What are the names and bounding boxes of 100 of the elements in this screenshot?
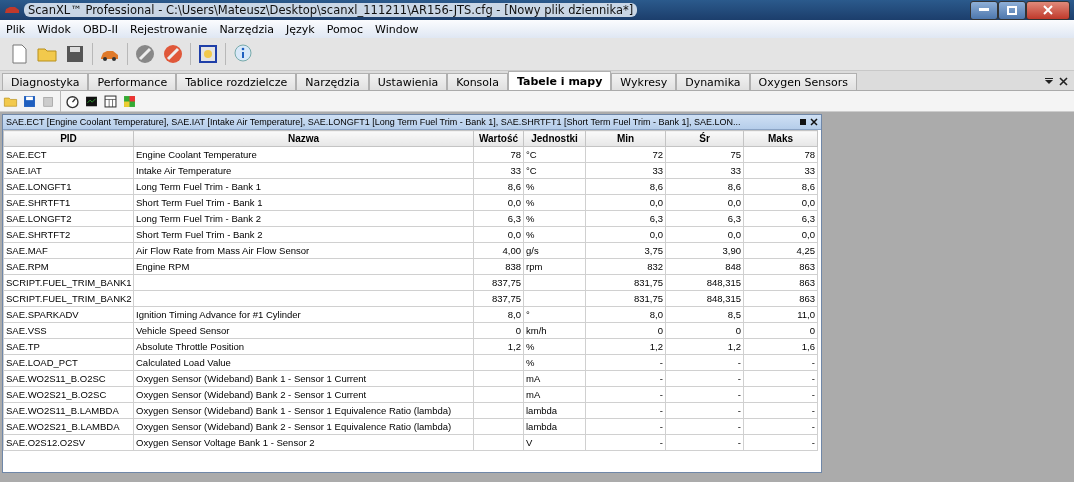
table-cell: SAE.RPM — [6, 261, 49, 272]
tab[interactable]: Diagnostyka — [2, 73, 89, 90]
tab[interactable]: Wykresy — [611, 73, 677, 90]
table-cell: 4,25 — [796, 245, 815, 256]
table-cell: mA — [526, 389, 541, 400]
table-cell: 0,0 — [649, 197, 663, 208]
column-header[interactable]: Min — [585, 130, 666, 147]
table-cell: 848,315 — [706, 277, 741, 288]
table-cell: 33 — [804, 165, 815, 176]
table-cell: rpm — [526, 261, 543, 272]
table-cell: 1,2 — [649, 341, 663, 352]
table-cell: 0,0 — [727, 197, 741, 208]
table-cell: - — [737, 437, 741, 448]
table-cell: - — [811, 389, 815, 400]
table-cell: 837,75 — [491, 293, 521, 304]
table-cell: 6,3 — [801, 213, 815, 224]
menu-item[interactable]: Pomoc — [320, 22, 370, 36]
tab[interactable]: Oxygen Sensors — [749, 73, 857, 90]
table-cell: - — [811, 405, 815, 416]
table-cell: SAE.ECT — [6, 149, 47, 160]
save-icon[interactable] — [64, 43, 86, 65]
maximize-button[interactable] — [998, 0, 1026, 20]
menu-item[interactable]: OBD-II — [76, 22, 125, 36]
table-cell: 0 — [515, 325, 521, 336]
table-cell: Oxygen Sensor (Wideband) Bank 1 - Sensor 1 Current — [136, 373, 367, 384]
table-cell: 33 — [730, 165, 741, 176]
table-cell: Engine Coolant Temperature — [136, 149, 257, 160]
table-cell: SCRIPT.FUEL_TRIM_BANK1 — [6, 277, 132, 288]
dropdown-icon[interactable] — [1045, 78, 1053, 84]
table-cell: 8,0 — [649, 309, 663, 320]
menu-item[interactable]: Window — [369, 22, 425, 36]
close-icon[interactable] — [810, 118, 818, 126]
table-cell: km/h — [526, 325, 547, 336]
table-cell: % — [526, 213, 535, 224]
tab[interactable]: Ustawienia — [368, 73, 448, 90]
table-cell: - — [737, 373, 741, 384]
table-cell: 848 — [725, 261, 741, 272]
column-header[interactable]: Maks — [743, 130, 818, 147]
table-cell: SAE.TP — [6, 341, 40, 352]
table-cell: 863 — [799, 293, 815, 304]
tab[interactable]: Dynamika — [676, 73, 750, 90]
table-cell: 4,00 — [502, 245, 521, 256]
column-header[interactable]: Nazwa — [133, 130, 474, 147]
tab[interactable]: Tablice rozdzielcze — [176, 73, 297, 90]
table-cell: Long Term Fuel Trim - Bank 1 — [136, 181, 261, 192]
maximize-icon — [1007, 5, 1017, 15]
car-icon — [4, 5, 20, 15]
table-cell: Short Term Fuel Trim - Bank 2 — [136, 229, 263, 240]
window-title: ScanXL™ Professional - C:\Users\Mateusz\Desktop\scanxl_111211\AR156-JTS.cfg - [Nowy plik dziennika*] — [24, 3, 638, 17]
table-cell: 0,0 — [801, 197, 815, 208]
table-cell: 0 — [735, 325, 741, 336]
table-cell: SAE.WO2S11_B.O2SC — [6, 373, 106, 384]
tab[interactable]: Tabele i mapy — [507, 71, 612, 90]
column-header[interactable]: PID — [3, 130, 134, 147]
table-cell: lambda — [526, 405, 558, 416]
table-cell: 8,6 — [649, 181, 663, 192]
table-cell: ° — [526, 309, 530, 320]
info-icon[interactable] — [232, 43, 254, 65]
tab[interactable]: Performance — [88, 73, 177, 90]
table-cell: % — [526, 357, 535, 368]
table-cell: Absolute Throttle Position — [136, 341, 245, 352]
table-cell: - — [659, 405, 663, 416]
table-cell: Calculated Load Value — [136, 357, 231, 368]
table-cell: Air Flow Rate from Mass Air Flow Sensor — [136, 245, 310, 256]
table-cell: 8,6 — [507, 181, 521, 192]
close-icon[interactable] — [1059, 76, 1068, 86]
column-header[interactable]: Jednostki — [523, 130, 586, 147]
column-header[interactable]: Śr — [665, 130, 744, 147]
table-window-title: SAE.ECT [Engine Coolant Temperature], SAE.IAT [Intake Air Temperature], SAE.LONGFT1 [Long Term Fuel Trim - Bank 1], SAE.SHRTFT1 [Short Term Fuel Trim - Bank 1], SAE.LON... — [6, 117, 741, 127]
column-header[interactable]: Wartość — [473, 130, 524, 147]
table-cell: 33 — [652, 165, 663, 176]
tab[interactable]: Narzędzia — [296, 73, 369, 90]
table-cell: 8,0 — [507, 309, 521, 320]
map-icon[interactable] — [122, 93, 137, 109]
table-cell: SAE.SPARKADV — [6, 309, 79, 320]
table-cell: 0,0 — [649, 229, 663, 240]
table-icon[interactable] — [103, 93, 118, 109]
menu-item[interactable]: Rejestrowanie — [124, 22, 214, 36]
menu-item[interactable]: Widok — [31, 22, 77, 36]
menu-item[interactable]: Narzędzia — [213, 22, 280, 36]
table-cell: SAE.SHRTFT2 — [6, 229, 71, 240]
table-cell: SAE.LONGFT2 — [6, 213, 72, 224]
table-cell: 848,315 — [706, 293, 741, 304]
menu-item[interactable]: Plik — [0, 22, 32, 36]
table-cell: - — [659, 437, 663, 448]
tab[interactable]: Konsola — [447, 73, 508, 90]
menu-item[interactable]: Język — [279, 22, 321, 36]
table-cell: V — [526, 437, 533, 448]
table-cell: Ignition Timing Advance for #1 Cylinder — [136, 309, 301, 320]
save-icon[interactable] — [22, 93, 37, 109]
minimize-button[interactable] — [970, 0, 998, 20]
gauge-icon[interactable] — [65, 93, 80, 109]
table-cell: 3,90 — [722, 245, 741, 256]
table-cell: SAE.O2S12.O2SV — [6, 437, 86, 448]
table-cell: Oxygen Sensor (Wideband) Bank 2 - Sensor 1 Equivalence Ratio (lambda) — [136, 421, 452, 432]
table-cell: % — [526, 181, 535, 192]
table-cell: 3,75 — [644, 245, 663, 256]
table-cell: 6,3 — [727, 213, 741, 224]
table-cell: 0,0 — [507, 197, 521, 208]
close-button[interactable] — [1026, 0, 1070, 20]
